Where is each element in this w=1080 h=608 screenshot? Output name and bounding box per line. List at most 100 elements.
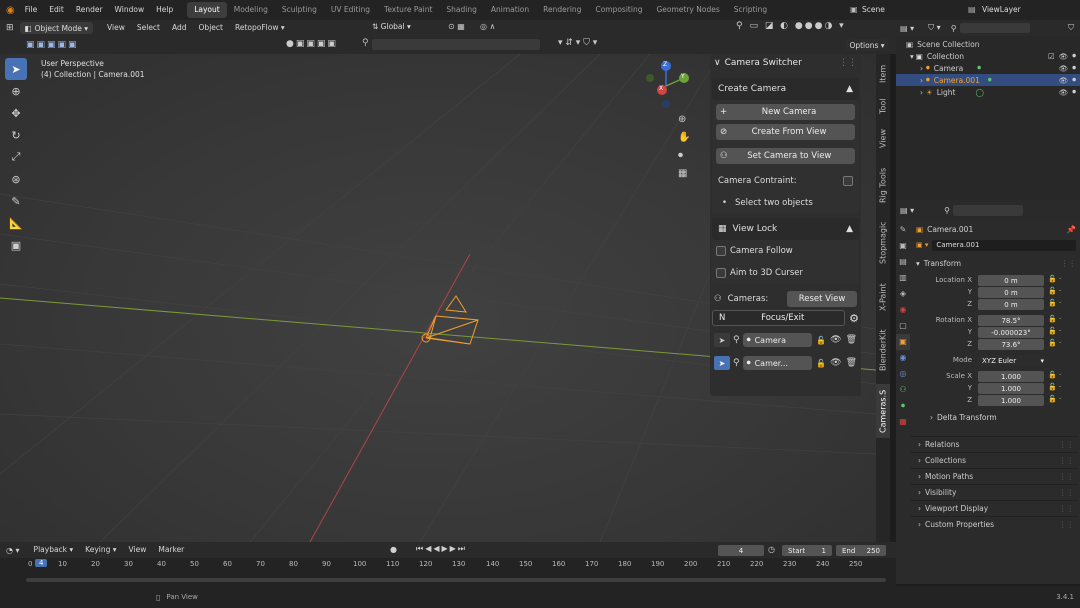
camera-select-icon[interactable]: ➤ xyxy=(714,356,730,370)
transform-header[interactable]: ▾ Transform ⋮⋮ xyxy=(916,256,1076,270)
tab-sculpting[interactable]: Sculpting xyxy=(275,2,324,18)
eye-icon[interactable]: 👁 xyxy=(1059,76,1069,85)
location-z-field[interactable]: 0 m xyxy=(978,299,1044,310)
select-box-tool[interactable]: ➤ xyxy=(5,58,27,80)
view-layer-icon[interactable]: ▤ xyxy=(968,5,976,14)
expand-arrow-icon[interactable]: › xyxy=(920,88,923,97)
properties-search-input[interactable] xyxy=(952,204,1023,216)
location-x-field[interactable]: 0 m xyxy=(978,275,1044,286)
add-cube-tool[interactable]: ▣ xyxy=(5,234,27,256)
tab-modeling[interactable]: Modeling xyxy=(227,2,275,18)
editor-type-icon[interactable]: ⊞ xyxy=(0,23,20,33)
object-tab-icon[interactable]: ▣ xyxy=(896,334,910,350)
eye-icon[interactable]: 👁 xyxy=(1059,64,1069,73)
lock-icon[interactable]: 🔓 ⋅ xyxy=(1048,371,1061,379)
new-camera-button[interactable]: + New Camera xyxy=(716,104,855,120)
tab-scripting[interactable]: Scripting xyxy=(727,2,774,18)
current-frame-field[interactable]: 4 xyxy=(718,545,764,556)
playback-controls-icons[interactable]: ⏮◀◀▶▶⏭ xyxy=(416,544,467,554)
panel-header[interactable]: ∨ Camera Switcher ⋮⋮ xyxy=(710,54,861,72)
scene-icon[interactable]: ▣ xyxy=(850,5,858,14)
viewport-search-input[interactable] xyxy=(372,39,540,50)
motion-paths-section[interactable]: › Motion Paths ⋮⋮ xyxy=(910,468,1078,484)
constraint-tab-icon[interactable]: ⚇ xyxy=(896,382,910,398)
clock-icon[interactable]: ◷ xyxy=(768,545,775,554)
delta-transform-row[interactable]: › Delta Transform xyxy=(916,410,1076,424)
menu-window[interactable]: Window xyxy=(109,0,151,20)
camera-name-button[interactable]: ⏺ Camera xyxy=(742,333,813,347)
relations-section[interactable]: › Relations ⋮⋮ xyxy=(910,436,1078,452)
viewport-menu-select[interactable]: Select xyxy=(131,20,166,36)
eye-icon[interactable]: 👁 xyxy=(1059,88,1069,97)
viewport-shading-icons[interactable]: ⚲ ▭ ◪ ◐ ●●●◑ ▾ xyxy=(736,21,846,31)
outliner-item-camera-001[interactable]: › ⏺ Camera.001 ⏺ 👁 ⏺ xyxy=(896,74,1080,86)
timeline-scrollbar[interactable] xyxy=(26,578,886,582)
tab-blenderkit[interactable]: BlenderKit xyxy=(876,324,890,376)
view-layer-tab-icon[interactable]: ▥ xyxy=(896,270,910,286)
data-tab-icon[interactable]: ⏺ xyxy=(896,398,910,414)
settings-gear-icon[interactable]: ⚙ xyxy=(849,312,859,325)
viewport-display-section[interactable]: › Viewport Display ⋮⋮ xyxy=(910,500,1078,516)
aim-cursor-checkbox[interactable] xyxy=(716,268,726,278)
tab-tool[interactable]: Tool xyxy=(876,94,890,118)
lock-icon[interactable]: 🔓 ⋅ xyxy=(1048,383,1061,391)
physics-tab-icon[interactable]: ◎ xyxy=(896,366,910,382)
eye-icon[interactable]: 👁 xyxy=(830,358,841,368)
scale-x-field[interactable]: 1.000 xyxy=(978,371,1044,382)
rotation-mode-dropdown[interactable]: XYZ Euler ▾ xyxy=(978,355,1044,366)
collapse-icon[interactable]: ∨ xyxy=(714,58,721,68)
expand-arrow-icon[interactable]: › xyxy=(920,76,923,85)
search-icon[interactable]: ⚲ xyxy=(733,335,740,345)
texture-tab-icon[interactable]: ▦ xyxy=(896,414,910,430)
tab-uv-editing[interactable]: UV Editing xyxy=(324,2,377,18)
object-name-field[interactable]: Camera.001 xyxy=(932,239,1076,251)
cursor-tool[interactable]: ⊕ xyxy=(5,80,27,102)
start-frame-field[interactable]: Start 1 xyxy=(782,545,832,556)
navigation-gizmo[interactable]: Z Y X xyxy=(640,58,694,112)
menu-help[interactable]: Help xyxy=(150,0,179,20)
snap-icon[interactable]: ⊙ ▦ xyxy=(448,22,465,31)
tab-item[interactable]: Item xyxy=(876,60,890,88)
tab-cameras-s[interactable]: Cameras.S xyxy=(876,384,890,438)
filter-icon[interactable]: ▾ ⇵ ▾ ⛉ ▾ xyxy=(558,38,597,48)
end-frame-field[interactable]: End 250 xyxy=(836,545,886,556)
drag-handle-icon[interactable]: ⋮⋮ xyxy=(1061,259,1076,268)
transform-orientation-dropdown[interactable]: ⇅ Global ▾ xyxy=(372,22,411,31)
blender-logo-icon[interactable]: ◉ xyxy=(0,5,19,16)
annotate-tool[interactable]: ✎ xyxy=(5,190,27,212)
custom-properties-section[interactable]: › Custom Properties ⋮⋮ xyxy=(910,516,1078,532)
camera-follow-checkbox[interactable] xyxy=(716,246,726,256)
record-button-icon[interactable]: ● xyxy=(390,545,397,554)
timeline-menu-marker[interactable]: Marker xyxy=(152,542,190,558)
search-icon[interactable]: ⚲ xyxy=(733,358,740,368)
editor-type-icon[interactable]: ◔ ▾ xyxy=(6,546,20,555)
timeline-menu-keying[interactable]: Keying ▾ xyxy=(79,542,122,558)
tab-layout[interactable]: Layout xyxy=(187,2,227,18)
focus-exit-button[interactable]: N Focus/Exit xyxy=(712,310,846,326)
lock-icon[interactable]: 🔓 xyxy=(816,359,826,368)
set-camera-to-view-button[interactable]: ⚇ Set Camera to View xyxy=(716,148,855,164)
tool-tab-icon[interactable]: ✎ xyxy=(896,222,910,238)
render-tab-icon[interactable]: ▣ xyxy=(896,238,910,254)
tab-stopmagic[interactable]: Stopmagic xyxy=(876,216,890,270)
eye-icon[interactable]: 👁 xyxy=(1059,52,1069,61)
lock-icon[interactable]: 🔓 ⋅ xyxy=(1048,275,1061,283)
expand-arrow-icon[interactable]: › xyxy=(920,64,923,73)
scale-z-field[interactable]: 1.000 xyxy=(978,395,1044,406)
move-tool[interactable]: ✥ xyxy=(5,102,27,124)
lock-icon[interactable]: 🔓 ⋅ xyxy=(1048,299,1061,307)
trash-icon[interactable]: 🗑 xyxy=(846,335,857,345)
tab-rig-tools[interactable]: Rig Tools xyxy=(876,162,890,208)
trash-icon[interactable]: 🗑 xyxy=(846,358,857,368)
collection-row[interactable]: ▾ ▣ Collection ☑ 👁 ⏺ xyxy=(896,50,1080,62)
collections-section[interactable]: › Collections ⋮⋮ xyxy=(910,452,1078,468)
eye-icon[interactable]: 👁 xyxy=(830,335,841,345)
view-layer-name[interactable]: ViewLayer xyxy=(982,0,1021,20)
rotate-tool[interactable]: ↻ xyxy=(5,124,27,146)
measure-tool[interactable]: 📐 xyxy=(5,212,27,234)
outliner-search-input[interactable] xyxy=(959,23,1030,33)
editor-type-icon[interactable]: ▤ ▾ xyxy=(900,206,914,215)
menu-file[interactable]: File xyxy=(19,0,44,20)
scene-tab-icon[interactable]: ◈ xyxy=(896,286,910,302)
viewport-menu-add[interactable]: Add xyxy=(166,20,193,36)
